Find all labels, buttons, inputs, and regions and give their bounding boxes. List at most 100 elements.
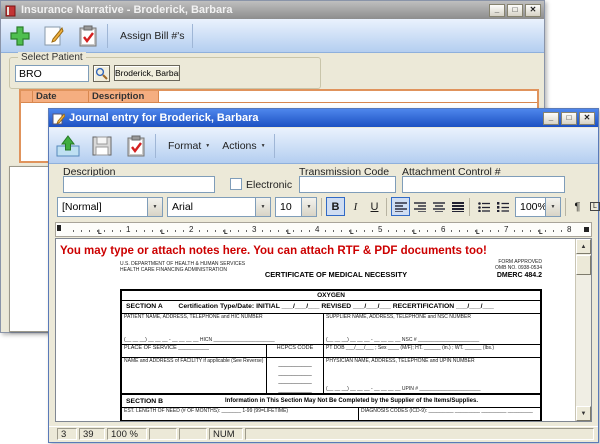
ruler-tick [309, 230, 310, 232]
toolbar-separator [155, 134, 156, 158]
minimize-button[interactable]: _ [489, 4, 505, 17]
paragraph-style-combo[interactable]: [Normal] ▼ [57, 197, 163, 217]
right-indent-marker[interactable] [584, 227, 589, 232]
column-header-description[interactable]: Description [89, 91, 159, 102]
place-of-service-cell: PLACE OF SERVICE __________ [122, 345, 267, 357]
italic-button[interactable]: I [346, 197, 365, 216]
numbered-list-icon [497, 202, 509, 212]
maximize-button[interactable]: □ [507, 4, 523, 17]
format-menu-label: Format [168, 140, 201, 152]
align-left-icon [395, 202, 407, 212]
hcpcs-blank-line: __________ [269, 388, 321, 394]
tab-stop-marker[interactable]: L [350, 230, 354, 236]
zoom-combo[interactable]: 100% ▼ [515, 197, 561, 217]
chevron-down-icon[interactable]: ▼ [255, 198, 270, 216]
ruler-tick [223, 230, 224, 232]
chevron-down-icon[interactable]: ▼ [147, 198, 162, 216]
vertical-scrollbar[interactable]: ▲ ▼ [575, 239, 591, 421]
ruler-toggle-button[interactable]: L [587, 197, 600, 216]
answers-cell: ANSWERS [122, 421, 212, 422]
column-header-date[interactable]: Date [33, 91, 89, 102]
tab-stop-marker[interactable]: L [224, 230, 228, 236]
tab-stop-marker[interactable]: L [413, 230, 417, 236]
chevron-down-icon[interactable]: ▼ [301, 198, 316, 216]
status-panel-5: NUM [209, 428, 243, 440]
actions-menu-button[interactable]: Actions ▼ [222, 140, 265, 152]
post-entry-button[interactable] [53, 132, 83, 160]
verify-entry-button[interactable] [121, 132, 151, 160]
align-left-button[interactable] [391, 197, 410, 216]
rich-text-editor[interactable]: You may type or attach notes here. You c… [55, 238, 592, 422]
status-bar: 339100 %NUM [49, 426, 598, 441]
verify-narrative-button[interactable] [73, 22, 103, 50]
align-center-button[interactable] [429, 197, 448, 216]
align-right-button[interactable] [410, 197, 429, 216]
ruler-number: 1 [126, 225, 130, 234]
facility-label: NAME and ADDRESS of FACILITY if applicab… [124, 359, 264, 365]
scroll-up-button[interactable]: ▲ [576, 239, 591, 254]
supplier-label: SUPPLIER NAME, ADDRESS, TELEPHONE and NS… [326, 315, 538, 321]
align-right-icon [414, 202, 426, 212]
ruler-tick [262, 230, 263, 232]
bold-button[interactable]: B [326, 197, 345, 216]
patient-search-input[interactable] [15, 65, 89, 82]
ruler-tick [104, 230, 105, 232]
chevron-down-icon[interactable]: ▼ [545, 198, 560, 216]
format-menu-button[interactable]: Format ▼ [168, 140, 210, 152]
show-paragraph-marks-button[interactable]: ¶ [568, 197, 587, 216]
align-justify-button[interactable] [448, 197, 467, 216]
indent-marker[interactable] [57, 225, 61, 231]
font-size-combo[interactable]: 10 ▼ [275, 197, 317, 217]
tab-stop-marker[interactable]: L [287, 230, 291, 236]
ruler-tick [238, 230, 239, 232]
save-button[interactable] [87, 132, 117, 160]
tab-stop-marker[interactable]: L [476, 230, 480, 236]
tab-stop-marker[interactable]: L [539, 230, 543, 236]
section-a-label: SECTION A [122, 303, 163, 310]
section-b-row: SECTION B Information in This Section Ma… [122, 394, 540, 408]
format-separator [386, 198, 387, 216]
ruler-tick [215, 230, 216, 232]
font-family-combo[interactable]: Arial ▼ [167, 197, 271, 217]
est-length-row: EST. LENGTH OF NEED (# OF MONTHS): _____… [122, 408, 540, 421]
transmission-code-input[interactable] [299, 176, 396, 193]
format-bar: [Normal] ▼ Arial ▼ 10 ▼ B I U [49, 197, 598, 221]
physician-phone-line: (__ __ __) __ __ __ - __ __ __ __ UPIN #… [326, 387, 481, 393]
select-patient-label: Select Patient [18, 52, 86, 63]
close-button[interactable]: ✕ [525, 4, 541, 17]
attachment-control-input[interactable] [402, 176, 565, 193]
ruler[interactable]: 1L2L3L4L5L6L7L8L [55, 222, 592, 237]
ruler-tick [199, 230, 200, 232]
description-input[interactable] [63, 176, 215, 193]
edit-narrative-button[interactable] [39, 22, 69, 50]
diagnosis-text: DIAGNOSIS CODES (ICD-9): _________ _____… [361, 409, 538, 415]
bullet-list-button[interactable] [474, 197, 493, 216]
search-icon [95, 67, 108, 80]
insurance-titlebar[interactable]: Insurance Narrative - Broderick, Barbara… [1, 1, 544, 19]
patient-search-button[interactable] [93, 65, 110, 82]
underline-button[interactable]: U [365, 197, 384, 216]
ruler-tick [89, 230, 90, 232]
tab-stop-marker[interactable]: L [98, 230, 102, 236]
tab-stop-marker[interactable]: L [161, 230, 165, 236]
ruler-number: 4 [315, 225, 319, 234]
clipboard-check-icon [76, 24, 100, 48]
add-narrative-button[interactable] [5, 22, 35, 50]
insurance-toolbar: Assign Bill #'s [1, 19, 544, 53]
ruler-tick [459, 230, 460, 232]
minimize-button[interactable]: _ [543, 112, 559, 125]
maximize-button[interactable]: □ [561, 112, 577, 125]
section-b-label: SECTION B [122, 398, 163, 405]
hcpcs-label: HCPCS CODE [269, 346, 321, 352]
hcpcs-blank-line: __________ [269, 362, 321, 368]
electronic-checkbox[interactable] [230, 178, 242, 190]
assign-bill-button[interactable]: Assign Bill #'s [120, 30, 184, 42]
cmn-form-table: OXYGEN SECTION A Certification Type/Date… [120, 289, 542, 422]
selected-patient-badge: Broderick, Barbara [114, 65, 180, 81]
close-button[interactable]: ✕ [579, 112, 595, 125]
journal-titlebar[interactable]: Journal entry for Broderick, Barbara _ □… [49, 109, 598, 127]
numbered-list-button[interactable] [493, 197, 512, 216]
ruler-tick [301, 230, 302, 232]
scrollbar-thumb[interactable] [576, 255, 591, 275]
scroll-down-button[interactable]: ▼ [576, 406, 591, 421]
